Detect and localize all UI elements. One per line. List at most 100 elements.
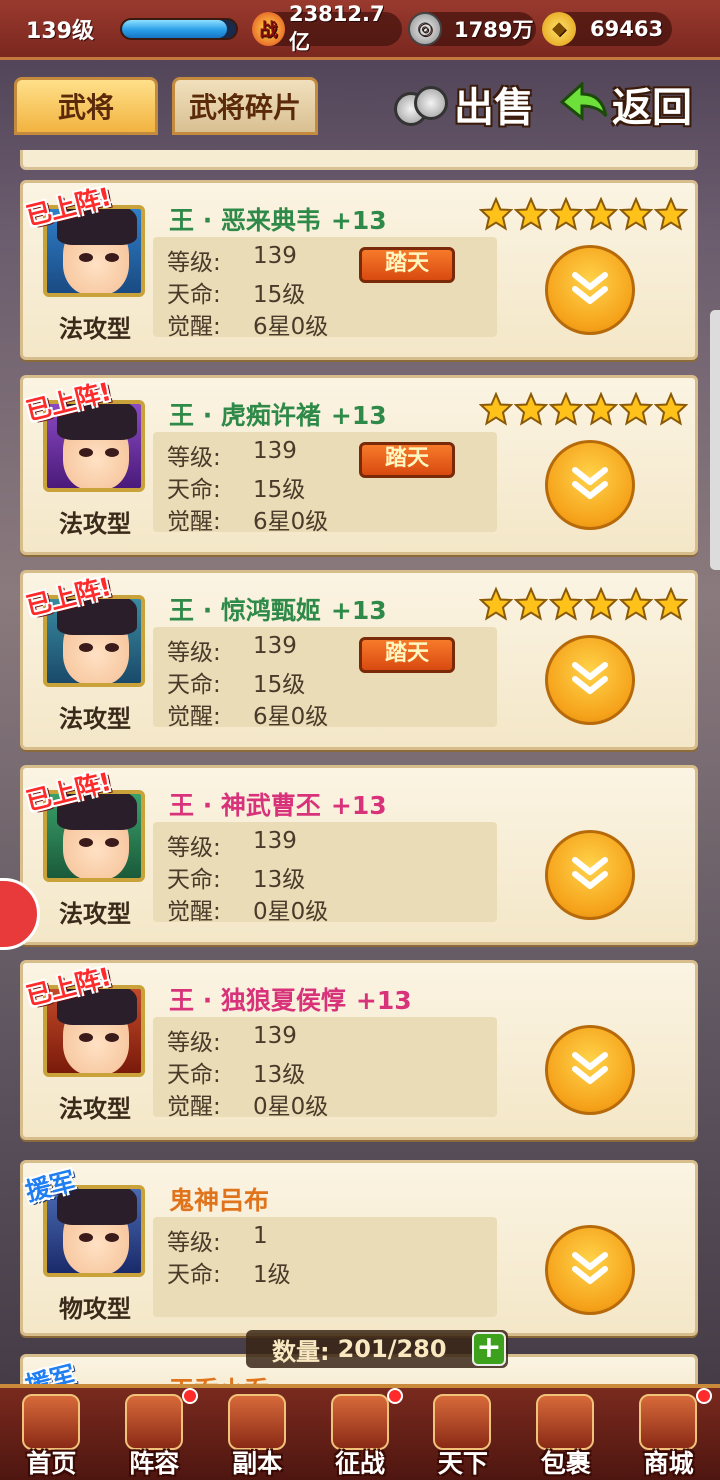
hero-name: 王 · 虎痴许褚 +13 (169, 396, 387, 432)
back-button[interactable]: 返回 (558, 73, 692, 135)
star-icon (549, 197, 583, 231)
star-rating (479, 587, 689, 621)
hero-plus: +13 (330, 791, 387, 820)
hero-eye (79, 253, 93, 262)
awaken-value: 6星0级 (253, 704, 329, 730)
hero-card[interactable]: 已上阵! 法攻型王 · 惊鸿甄姬 +13 等级: 139 天命: 15级 觉醒: 6星0级 踏天 (20, 570, 698, 750)
hero-type: 法攻型 (59, 1095, 131, 1123)
hero-name-text: 鬼神吕布 (169, 1186, 270, 1215)
level-value: 1 (253, 1223, 268, 1249)
expand-button[interactable] (545, 440, 635, 530)
back-label: 返回 (612, 85, 692, 131)
star-icon (514, 197, 548, 231)
notification-dot (181, 1388, 198, 1404)
nav-label: 副本 (232, 1449, 283, 1478)
hero-plus: +13 (330, 206, 387, 235)
hero-eye (79, 643, 93, 652)
hero-type: 法攻型 (59, 315, 131, 343)
sell-label: 出售 (454, 85, 534, 131)
nav-world[interactable]: 天下 (411, 1388, 514, 1480)
level-value: 139 (253, 633, 297, 659)
star-icon (654, 392, 688, 426)
fate-label: 天命: (167, 867, 221, 893)
hero-card[interactable]: 已上阵! 法攻型王 · 虎痴许褚 +13 等级: 139 天命: 15级 觉醒: 6星0级 踏天 (20, 375, 698, 555)
hero-eye (79, 1033, 93, 1042)
coin-icon: ◎ (408, 11, 442, 46)
nav-dungeon[interactable]: 副本 (206, 1388, 309, 1480)
status-bar: 139级 战 23812.7亿 ◎ 1789万 ◆ 69463 (0, 0, 720, 60)
awaken-row: 觉醒: 6星0级 (167, 697, 328, 731)
previous-card-edge (20, 150, 698, 170)
hero-name-text: 王 · 神武曹丕 (169, 791, 321, 820)
hero-type: 物攻型 (59, 1295, 131, 1323)
star-icon (479, 587, 513, 621)
hero-card[interactable]: 已上阵! 法攻型王 · 神武曹丕 +13 等级: 139 天命: 13级 觉醒: 0星0级 (20, 765, 698, 945)
level-label: 等级: (167, 1030, 221, 1056)
chevron-down-icon (572, 1052, 608, 1084)
tatian-tag: 踏天 (359, 247, 455, 283)
star-icon (549, 392, 583, 426)
battle-icon (330, 1394, 389, 1450)
gold-value: 69463 (590, 16, 664, 41)
level-label: 等级: (167, 1230, 221, 1256)
hero-type: 法攻型 (59, 900, 131, 928)
star-icon (549, 587, 583, 621)
nav-bag[interactable]: 包裹 (514, 1388, 617, 1480)
expand-button[interactable] (545, 1025, 635, 1115)
tab-hero-fragments[interactable]: 武将碎片 (172, 77, 318, 135)
fate-row: 天命: 13级 (167, 860, 305, 894)
hero-name-text: 王 · 虎痴许褚 (169, 401, 321, 430)
fate-value: 15级 (253, 282, 306, 308)
chevron-down-icon (572, 272, 608, 304)
hero-card[interactable]: 已上阵! 法攻型王 · 恶来典韦 +13 等级: 139 天命: 15级 觉醒: 6星0级 踏天 (20, 180, 698, 360)
star-icon (479, 392, 513, 426)
home-icon (22, 1394, 80, 1450)
expand-capacity-button[interactable]: + (472, 1332, 506, 1366)
edge-handle[interactable] (710, 310, 720, 570)
level-value: 139 (253, 243, 297, 269)
power-value: 23812.7亿 (288, 1, 385, 54)
awaken-row: 觉醒: 6星0级 (167, 307, 328, 341)
expand-button[interactable] (545, 635, 635, 725)
sell-button[interactable]: 出售 (392, 73, 534, 135)
expand-button[interactable] (545, 1225, 635, 1315)
expand-button[interactable] (545, 830, 635, 920)
hero-name-text: 王 · 恶来典韦 (169, 206, 321, 235)
star-icon (654, 197, 688, 231)
hero-plus: +13 (355, 986, 412, 1015)
nav-shop[interactable]: 商城 (617, 1388, 720, 1480)
level-row: 等级: 139 (167, 1023, 297, 1057)
chevron-down-icon (572, 662, 608, 694)
hero-card[interactable]: 援军 物攻型 鬼神吕布 等级: 1 天命: 1级 (20, 1160, 698, 1336)
level-label: 等级: (167, 250, 221, 276)
star-icon (619, 587, 653, 621)
level-value: 139 (253, 828, 297, 854)
fate-label: 天命: (167, 477, 221, 503)
chevron-down-icon (572, 857, 608, 889)
awaken-row: 觉醒: 0星0级 (167, 1087, 328, 1121)
exp-bar (120, 17, 238, 40)
hero-card[interactable]: 已上阵! 法攻型王 · 独狼夏侯惇 +13 等级: 139 天命: 13级 觉醒: 0星0级 (20, 960, 698, 1140)
expand-button[interactable] (545, 245, 635, 335)
hero-eye (105, 838, 119, 847)
hero-name-text: 王 · 惊鸿甄姬 (169, 596, 321, 625)
star-icon (619, 197, 653, 231)
tab-row: 武将 武将碎片 出售 返回 (0, 63, 720, 147)
level-row: 等级: 139 (167, 633, 297, 667)
fate-value: 1级 (253, 1262, 291, 1288)
hero-eye (105, 253, 119, 262)
awaken-row: 觉醒: 0星0级 (167, 892, 328, 926)
tab-heroes[interactable]: 武将 (14, 77, 158, 135)
star-rating (479, 392, 689, 426)
nav-lineup[interactable]: 阵容 (103, 1388, 206, 1480)
nav-home[interactable]: 首页 (0, 1388, 103, 1480)
gold-display[interactable]: ◆ 69463 (542, 11, 672, 46)
chevron-down-icon (572, 1252, 608, 1284)
hero-stats: 等级: 139 天命: 13级 觉醒: 0星0级 (153, 1017, 497, 1120)
hero-name: 王 · 惊鸿甄姬 +13 (169, 591, 387, 627)
fate-row: 天命: 15级 (167, 275, 305, 309)
coin-display[interactable]: ◎ 1789万 (408, 11, 536, 46)
coin-value: 1789万 (454, 17, 534, 42)
star-icon (619, 392, 653, 426)
nav-battle[interactable]: 征战 (309, 1388, 412, 1480)
